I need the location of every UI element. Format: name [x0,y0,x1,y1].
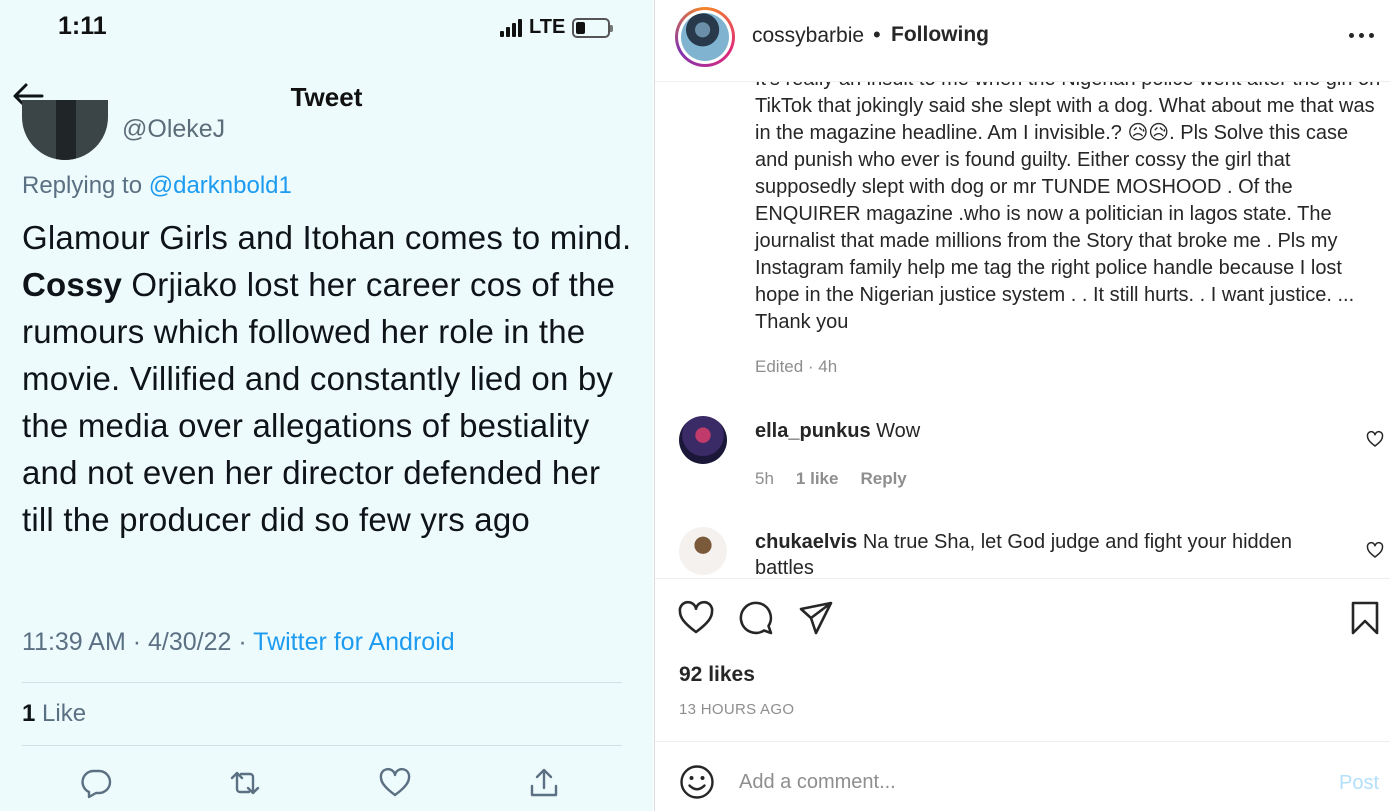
likes-count[interactable]: 1 Like [22,700,86,728]
commenter-avatar[interactable] [679,416,727,464]
commenter-username[interactable]: chukaelvis [755,531,857,553]
replying-mention-link[interactable]: @darknbold1 [149,172,292,199]
comment-input[interactable] [739,762,1299,802]
tweet-text: Glamour Girls and Itohan comes to mind. … [22,219,632,538]
bookmark-icon[interactable] [1346,599,1384,637]
comment-likes[interactable]: 1 like [796,469,839,488]
comment-bubble-icon[interactable] [737,599,775,637]
post-likes-count[interactable]: 92 likes [679,663,755,687]
status-time: 1:11 [58,12,107,40]
post-caption: It's really an insult to me when the Nig… [755,82,1380,333]
replying-prefix: Replying to [22,172,149,199]
tweet-screenshot: 1:11 LTE Tweet @OlekeJ Replying to @dark… [0,0,653,811]
share-paper-plane-icon[interactable] [797,599,835,637]
separator-dot: • [873,22,881,47]
add-comment-bar: Post [655,741,1390,811]
tweet-timestamp: 11:39 AM · 4/30/22 · Twitter for Android [22,628,455,656]
comment-heart-icon[interactable] [1366,430,1384,448]
more-options-icon[interactable] [1349,32,1377,40]
post-actions: 92 likes 13 HOURS AGO [655,578,1390,741]
comment-text: chukaelvis Na true Sha, let God judge an… [755,531,1293,578]
author-username[interactable]: cossybarbie [752,24,864,48]
comment-heart-icon[interactable] [1366,541,1384,559]
highlighted-word: Cossy [22,266,123,303]
battery-icon [572,17,614,38]
comment-meta: 5h 1 like Reply [755,469,907,489]
comments-scroll-area[interactable]: It's really an insult to me when the Nig… [655,82,1390,578]
post-header: cossybarbie • Following [655,0,1390,82]
commenter-avatar[interactable] [679,527,727,575]
divider [22,682,622,683]
caption-edited-time: Edited · 4h [755,357,838,376]
emoji-icon[interactable] [679,764,715,800]
commenter-username[interactable]: ella_punkus [755,420,871,442]
heart-icon[interactable] [378,766,412,800]
signal-icon [500,18,522,37]
author-handle[interactable]: @OlekeJ [122,117,225,145]
comment-time: 5h [755,469,774,488]
author-avatar[interactable] [675,7,735,67]
share-icon[interactable] [527,766,561,800]
retweet-icon[interactable] [228,766,262,800]
tweet-action-bar [0,760,653,810]
reply-icon[interactable] [79,766,113,800]
like-heart-icon[interactable] [677,599,715,637]
comment-text: ella_punkus Wow [755,420,921,442]
author-avatar[interactable] [22,100,108,160]
tweet-source-link[interactable]: Twitter for Android [253,628,454,656]
reply-button[interactable]: Reply [860,469,906,488]
instagram-post-panel: cossybarbie • Following It's really an i… [654,0,1390,811]
following-button[interactable]: Following [891,23,989,47]
post-timestamp: 13 HOURS AGO [679,701,795,718]
status-indicators: LTE [500,16,614,39]
network-label: LTE [529,16,566,38]
replying-to: Replying to @darknbold1 [22,172,292,200]
divider [22,745,622,746]
post-button[interactable]: Post [1339,772,1379,795]
